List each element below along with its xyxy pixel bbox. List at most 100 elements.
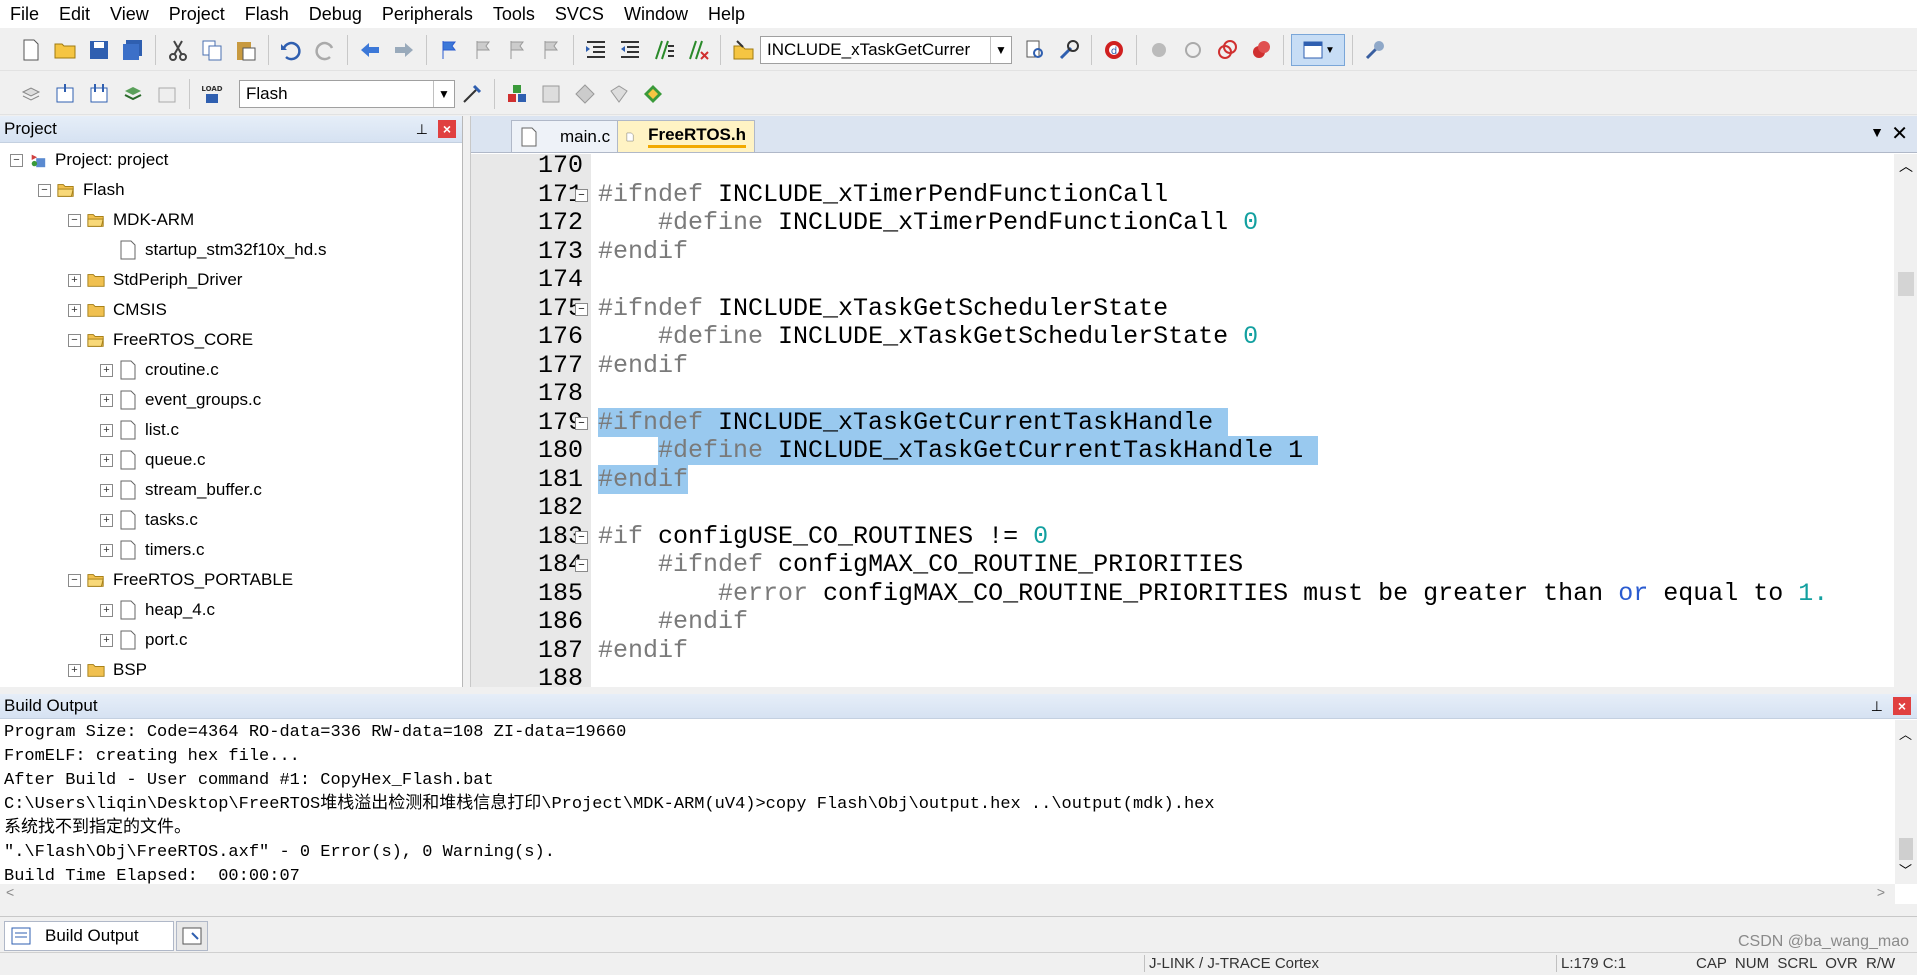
code-line[interactable]: #ifndef INCLUDE_xTaskGetCurrentTaskHandl…: [598, 407, 1229, 437]
prev-bookmark-icon[interactable]: [468, 35, 498, 65]
copy-icon[interactable]: [197, 35, 227, 65]
uncomment-icon[interactable]: [683, 35, 713, 65]
scroll-right-icon[interactable]: >: [1877, 884, 1885, 900]
tree-item-group[interactable]: + BSP: [68, 657, 147, 683]
tab-build-output[interactable]: Build Output: [4, 921, 174, 951]
build-output-vertical-scrollbar[interactable]: ︿ ﹀: [1895, 720, 1917, 884]
unindent-icon[interactable]: [615, 35, 645, 65]
menu-edit[interactable]: Edit: [49, 0, 100, 28]
code-line[interactable]: #define INCLUDE_xTimerPendFunctionCall 0: [598, 209, 1258, 237]
save-all-icon[interactable]: [118, 35, 148, 65]
scroll-thumb[interactable]: [1899, 838, 1913, 860]
undo-icon[interactable]: [276, 35, 306, 65]
find-in-files-icon[interactable]: [728, 35, 758, 65]
tab-list-dropdown-icon[interactable]: ▼: [1870, 124, 1884, 140]
collapse-icon[interactable]: −: [68, 573, 81, 587]
expand-icon[interactable]: +: [100, 543, 113, 557]
nav-back-icon[interactable]: [355, 35, 385, 65]
expand-icon[interactable]: +: [100, 423, 113, 437]
menu-view[interactable]: View: [100, 0, 159, 28]
select-packs-icon[interactable]: [536, 79, 566, 109]
cut-icon[interactable]: [163, 35, 193, 65]
expand-icon[interactable]: +: [68, 303, 81, 317]
scroll-up-icon[interactable]: ︿: [1899, 156, 1913, 176]
kill-all-breakpoints-icon[interactable]: [1246, 35, 1276, 65]
tree-item-file[interactable]: + stream_buffer.c: [100, 477, 262, 503]
tree-item-file[interactable]: + event_groups.c: [100, 387, 261, 413]
scroll-left-icon[interactable]: <: [6, 884, 14, 900]
code-view[interactable]: #ifndef INCLUDE_xTimerPendFunctionCall #…: [591, 154, 1891, 687]
nav-forward-icon[interactable]: [389, 35, 419, 65]
collapse-icon[interactable]: −: [68, 333, 81, 347]
fold-toggle-icon[interactable]: −: [575, 416, 588, 430]
fold-toggle-icon[interactable]: −: [575, 188, 588, 202]
close-icon[interactable]: ✕: [1891, 121, 1908, 146]
code-line[interactable]: #error configMAX_CO_ROUTINE_PRIORITIES m…: [598, 579, 1828, 608]
build-output-horizontal-scrollbar[interactable]: < >: [0, 884, 1895, 904]
collapse-icon[interactable]: −: [10, 153, 23, 167]
redo-icon[interactable]: [310, 35, 340, 65]
paste-icon[interactable]: [231, 35, 261, 65]
chevron-down-icon[interactable]: ▼: [990, 37, 1011, 63]
code-line[interactable]: #endif: [598, 464, 689, 494]
expand-icon[interactable]: +: [100, 513, 113, 527]
scroll-thumb[interactable]: [1898, 272, 1914, 296]
tree-item-group[interactable]: − FreeRTOS_PORTABLE: [68, 567, 293, 593]
code-line[interactable]: #ifndef configMAX_CO_ROUTINE_PRIORITIES: [598, 551, 1243, 579]
disable-all-breakpoints-icon[interactable]: [1212, 35, 1242, 65]
collapse-icon[interactable]: −: [68, 213, 81, 227]
code-line[interactable]: #ifndef INCLUDE_xTimerPendFunctionCall: [598, 180, 1168, 209]
expand-icon[interactable]: +: [68, 663, 81, 677]
expand-icon[interactable]: +: [100, 363, 113, 377]
tree-item-file[interactable]: + croutine.c: [100, 357, 219, 383]
disable-breakpoint-icon[interactable]: [1178, 35, 1208, 65]
multi-project-icon[interactable]: [638, 79, 668, 109]
code-line[interactable]: #endif: [598, 608, 748, 636]
close-icon[interactable]: ×: [1893, 697, 1911, 715]
window-layout-icon[interactable]: ▼: [1291, 34, 1345, 66]
code-line[interactable]: #if configUSE_CO_ROUTINES != 0: [598, 522, 1048, 551]
build-output-text[interactable]: Program Size: Code=4364 RO-data=336 RW-d…: [0, 719, 1917, 891]
stop-build-icon[interactable]: [152, 79, 182, 109]
tree-item-file[interactable]: + heap_4.c: [100, 597, 215, 623]
scroll-up-icon[interactable]: ︿: [1899, 724, 1912, 743]
fold-toggle-icon[interactable]: −: [575, 559, 588, 572]
tree-item-file[interactable]: + queue.c: [100, 447, 206, 473]
indent-icon[interactable]: [581, 35, 611, 65]
next-bookmark-icon[interactable]: [502, 35, 532, 65]
tree-item-group[interactable]: − FreeRTOS_CORE: [68, 327, 253, 353]
configure-icon[interactable]: [1360, 35, 1390, 65]
tree-item-file[interactable]: + timers.c: [100, 537, 205, 563]
menu-window[interactable]: Window: [614, 0, 698, 28]
code-line[interactable]: #define INCLUDE_xTaskGetCurrentTaskHandl…: [598, 436, 1319, 465]
collapse-icon[interactable]: −: [38, 183, 51, 197]
code-line[interactable]: #endif: [598, 237, 688, 266]
breakpoint-icon[interactable]: [1144, 35, 1174, 65]
tree-item-target[interactable]: − Flash: [38, 177, 125, 203]
code-line[interactable]: #define INCLUDE_xTaskGetSchedulerState 0: [598, 323, 1258, 351]
download-icon[interactable]: LOAD: [197, 79, 227, 109]
editor-vertical-scrollbar[interactable]: ︿: [1894, 154, 1917, 687]
save-icon[interactable]: [84, 35, 114, 65]
close-icon[interactable]: ×: [438, 120, 456, 138]
pack-installer-icon[interactable]: [604, 79, 634, 109]
menu-help[interactable]: Help: [698, 0, 755, 28]
tab-freertos-h[interactable]: FreeRTOS.h: [617, 120, 755, 152]
clear-bookmarks-icon[interactable]: [536, 35, 566, 65]
open-folder-icon[interactable]: [50, 35, 80, 65]
menu-peripherals[interactable]: Peripherals: [372, 0, 483, 28]
expand-icon[interactable]: +: [100, 453, 113, 467]
expand-icon[interactable]: +: [100, 603, 113, 617]
new-file-icon[interactable]: [16, 35, 46, 65]
tree-item-file[interactable]: + list.c: [100, 417, 179, 443]
code-line[interactable]: #endif: [598, 636, 688, 665]
debug-session-icon[interactable]: d: [1099, 35, 1129, 65]
chevron-down-icon[interactable]: ▼: [433, 81, 454, 107]
tree-item-project-root[interactable]: − Project: project: [10, 147, 168, 173]
rebuild-icon[interactable]: [84, 79, 114, 109]
fold-toggle-icon[interactable]: −: [575, 302, 588, 316]
menu-svcs[interactable]: SVCS: [545, 0, 614, 28]
manage-rte-icon[interactable]: [570, 79, 600, 109]
tab-memory[interactable]: [176, 921, 208, 951]
expand-icon[interactable]: +: [100, 393, 113, 407]
